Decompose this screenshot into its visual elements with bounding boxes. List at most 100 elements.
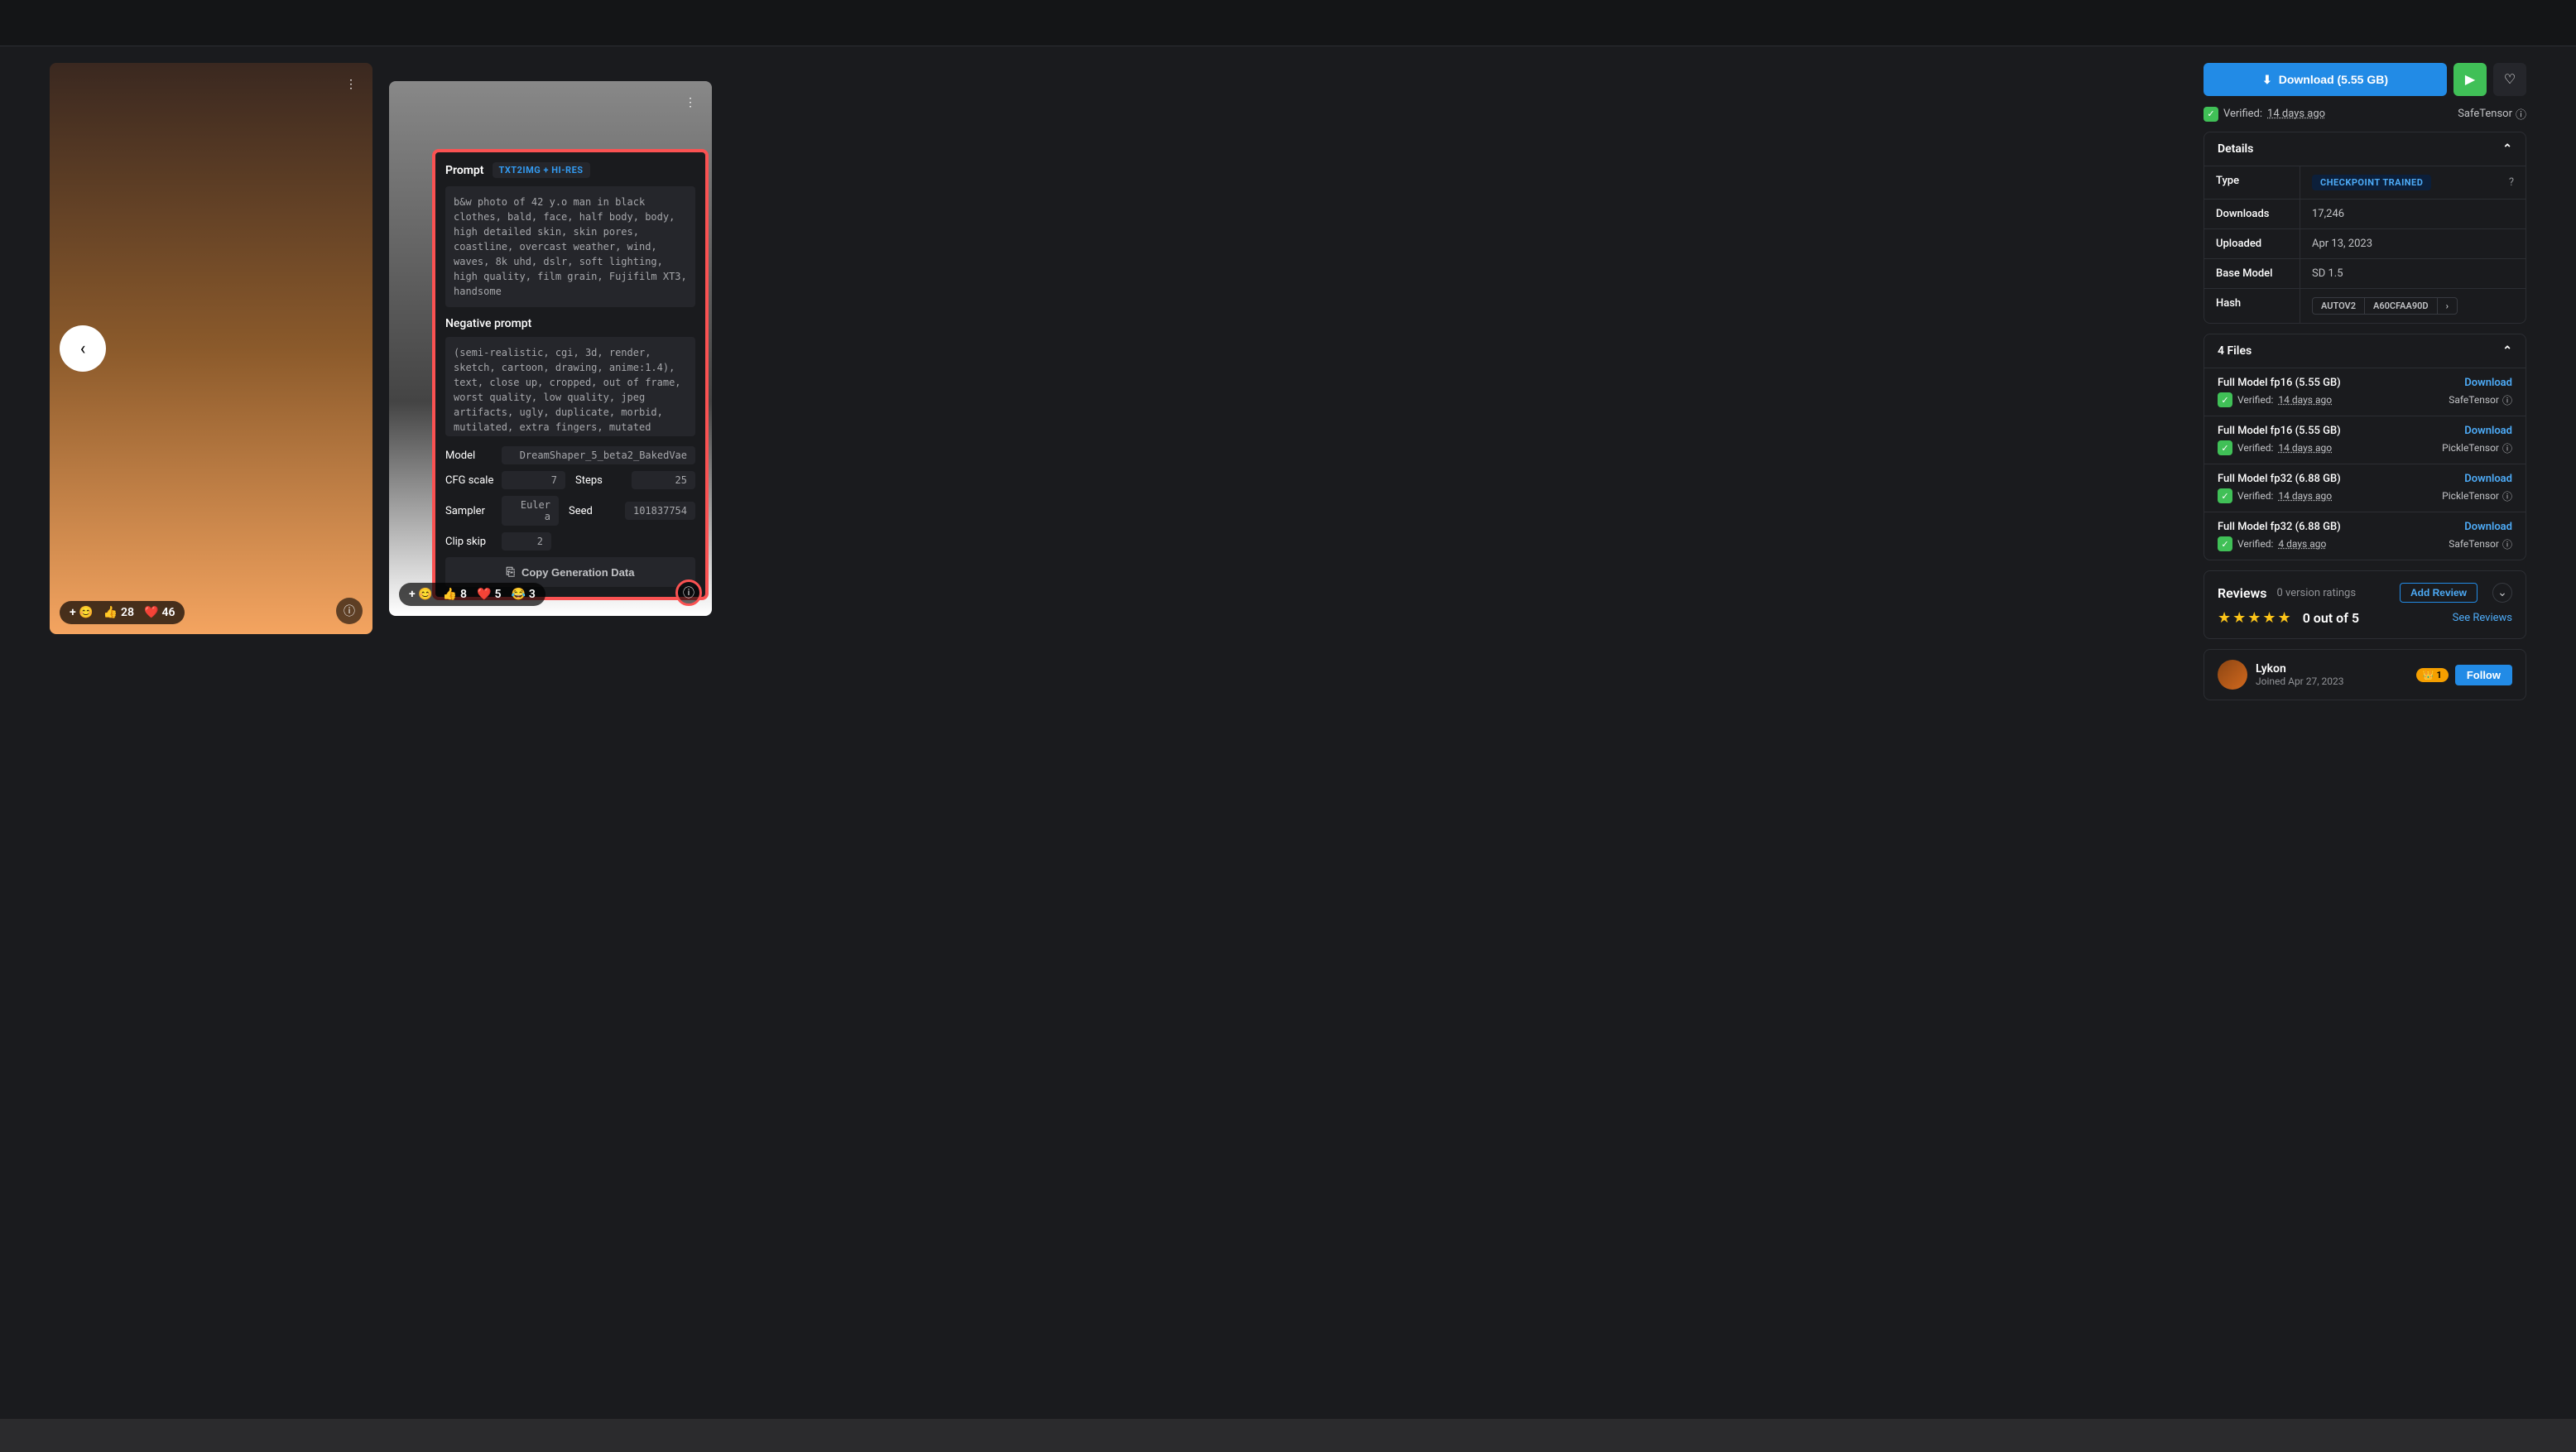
gallery-image-left[interactable]: ⋮ ‹ + 😊 👍 28 ❤️ 46 ⓘ (50, 63, 372, 634)
add-reaction-icon[interactable]: + 😊 (409, 588, 433, 601)
favorite-button[interactable]: ♡ (2493, 63, 2526, 96)
detail-downloads: Downloads 17,246 (2204, 199, 2526, 228)
more-icon[interactable]: ⋮ (679, 91, 702, 114)
reactions-bar[interactable]: + 😊 👍 8 ❤️ 5 😂 3 (399, 583, 545, 606)
file-download-link[interactable]: Download (2464, 377, 2512, 389)
macos-dock[interactable] (0, 1419, 2576, 1452)
detail-type: Type CHECKPOINT TRAINED ? (2204, 166, 2526, 199)
info-icon[interactable]: ⓘ (2502, 489, 2512, 503)
cfg-value: 7 (502, 471, 565, 489)
verified-time[interactable]: 4 days ago (2278, 538, 2326, 550)
info-icon[interactable]: ⓘ (2516, 106, 2526, 122)
top-bar (0, 0, 2576, 46)
help-icon[interactable]: ? (2509, 176, 2514, 189)
see-reviews-link[interactable]: See Reviews (2453, 612, 2512, 624)
info-icon[interactable]: ⓘ (336, 598, 363, 624)
file-item: Full Model fp16 (5.55 GB) Download ✓ Ver… (2204, 416, 2526, 464)
verified-label: Verified: (2237, 394, 2273, 406)
clip-value: 2 (502, 532, 551, 551)
hearts-count[interactable]: ❤️ 5 (477, 588, 501, 601)
star-rating: ★★★★★ (2218, 609, 2293, 627)
file-name: Full Model fp16 (5.55 GB) (2218, 377, 2341, 389)
verified-time[interactable]: 14 days ago (2278, 394, 2332, 406)
avatar[interactable] (2218, 660, 2247, 690)
verified-label: Verified: (2237, 538, 2273, 550)
follow-button[interactable]: Follow (2455, 665, 2512, 685)
files-header[interactable]: 4 Files ⌃ (2204, 334, 2526, 368)
verified-label: Verified: (2223, 108, 2262, 120)
more-icon[interactable]: ⋮ (339, 73, 363, 96)
verified-time[interactable]: 14 days ago (2267, 108, 2325, 120)
copy-icon: ⎘ (507, 565, 515, 579)
verified-time[interactable]: 14 days ago (2278, 490, 2332, 502)
rofl-count[interactable]: 😂 3 (511, 588, 535, 601)
add-reaction-icon[interactable]: + 😊 (70, 606, 94, 619)
file-download-link[interactable]: Download (2464, 425, 2512, 437)
download-icon: ⬇ (2262, 73, 2272, 87)
details-panel: Details ⌃ Type CHECKPOINT TRAINED ? Down… (2204, 132, 2526, 324)
reviews-title: Reviews (2218, 585, 2267, 601)
hearts-count[interactable]: ❤️ 46 (144, 606, 175, 619)
model-label: Model (445, 450, 495, 462)
hash-group[interactable]: AUTOV2 A60CFAA90D › (2312, 297, 2458, 315)
details-header[interactable]: Details ⌃ (2204, 132, 2526, 166)
shield-icon: ✓ (2204, 107, 2218, 122)
file-download-link[interactable]: Download (2464, 473, 2512, 485)
shield-icon: ✓ (2218, 392, 2232, 407)
tensor-type: PickleTensor (2442, 490, 2499, 502)
steps-label: Steps (575, 474, 625, 487)
chevron-right-icon[interactable]: › (2437, 298, 2457, 314)
steps-value: 25 (632, 471, 695, 489)
add-review-button[interactable]: Add Review (2400, 583, 2477, 603)
shield-icon: ✓ (2218, 440, 2232, 455)
file-download-link[interactable]: Download (2464, 521, 2512, 533)
main-container: ⋮ ‹ + 😊 👍 28 ❤️ 46 ⓘ ⋮ Prompt TXT2IMG + … (0, 46, 2576, 717)
negative-prompt-text[interactable]: (semi-realistic, cgi, 3d, render, sketch… (445, 337, 695, 436)
cfg-label: CFG scale (445, 474, 495, 487)
verified-label: Verified: (2237, 442, 2273, 454)
file-name: Full Model fp32 (6.88 GB) (2218, 473, 2341, 485)
info-icon[interactable]: ⓘ (2502, 441, 2512, 455)
clip-label: Clip skip (445, 536, 495, 548)
prev-arrow[interactable]: ‹ (60, 325, 106, 372)
info-icon[interactable]: ⓘ (2502, 537, 2512, 551)
file-item: Full Model fp32 (6.88 GB) Download ✓ Ver… (2204, 512, 2526, 560)
prompt-header: Prompt TXT2IMG + HI-RES (445, 162, 695, 178)
tensor-type: SafeTensor (2449, 538, 2499, 550)
param-seed: Seed 101837754 (569, 496, 695, 526)
sampler-label: Sampler (445, 505, 495, 517)
prompt-panel: Prompt TXT2IMG + HI-RES b&w photo of 42 … (432, 149, 709, 600)
reviews-sub: 0 version ratings (2277, 587, 2357, 599)
gallery-image-right[interactable]: ⋮ Prompt TXT2IMG + HI-RES b&w photo of 4… (389, 81, 712, 616)
detail-hash: Hash AUTOV2 A60CFAA90D › (2204, 288, 2526, 323)
model-value: DreamShaper_5_beta2_BakedVae (502, 446, 695, 464)
reactions-bar[interactable]: + 😊 👍 28 ❤️ 46 (60, 601, 185, 624)
seed-label: Seed (569, 505, 618, 517)
verified-row: ✓ Verified: 14 days ago SafeTensor ⓘ (2204, 106, 2526, 122)
param-cfg: CFG scale 7 (445, 471, 565, 489)
chevron-down-icon[interactable]: ⌄ (2492, 583, 2512, 603)
type-badge: CHECKPOINT TRAINED (2312, 175, 2431, 190)
download-button[interactable]: ⬇ Download (5.55 GB) (2204, 63, 2447, 96)
info-icon[interactable]: ⓘ (675, 579, 702, 606)
creator-name[interactable]: Lykon (2256, 662, 2344, 676)
play-button[interactable]: ▶ (2453, 63, 2487, 96)
thumbs-count[interactable]: 👍 28 (103, 606, 134, 619)
info-icon[interactable]: ⓘ (2502, 393, 2512, 407)
file-name: Full Model fp32 (6.88 GB) (2218, 521, 2341, 533)
detail-uploaded: Uploaded Apr 13, 2023 (2204, 228, 2526, 258)
sidebar: ⬇ Download (5.55 GB) ▶ ♡ ✓ Verified: 14 … (2204, 63, 2526, 700)
verified-time[interactable]: 14 days ago (2278, 442, 2332, 454)
seed-value: 101837754 (625, 502, 695, 520)
negative-prompt-label: Negative prompt (445, 317, 695, 330)
prompt-text[interactable]: b&w photo of 42 y.o man in black clothes… (445, 186, 695, 307)
shield-icon: ✓ (2218, 536, 2232, 551)
param-sampler: Sampler Euler a (445, 496, 559, 526)
rating-text: 0 out of 5 (2303, 610, 2359, 626)
thumbs-count[interactable]: 👍 8 (443, 588, 467, 601)
tensor-type: PickleTensor (2442, 442, 2499, 454)
param-model: Model DreamShaper_5_beta2_BakedVae (445, 446, 695, 464)
action-row: ⬇ Download (5.55 GB) ▶ ♡ (2204, 63, 2526, 96)
reviews-panel: Reviews 0 version ratings Add Review ⌄ ★… (2204, 570, 2526, 639)
crown-badge: 👑 1 (2416, 668, 2449, 682)
